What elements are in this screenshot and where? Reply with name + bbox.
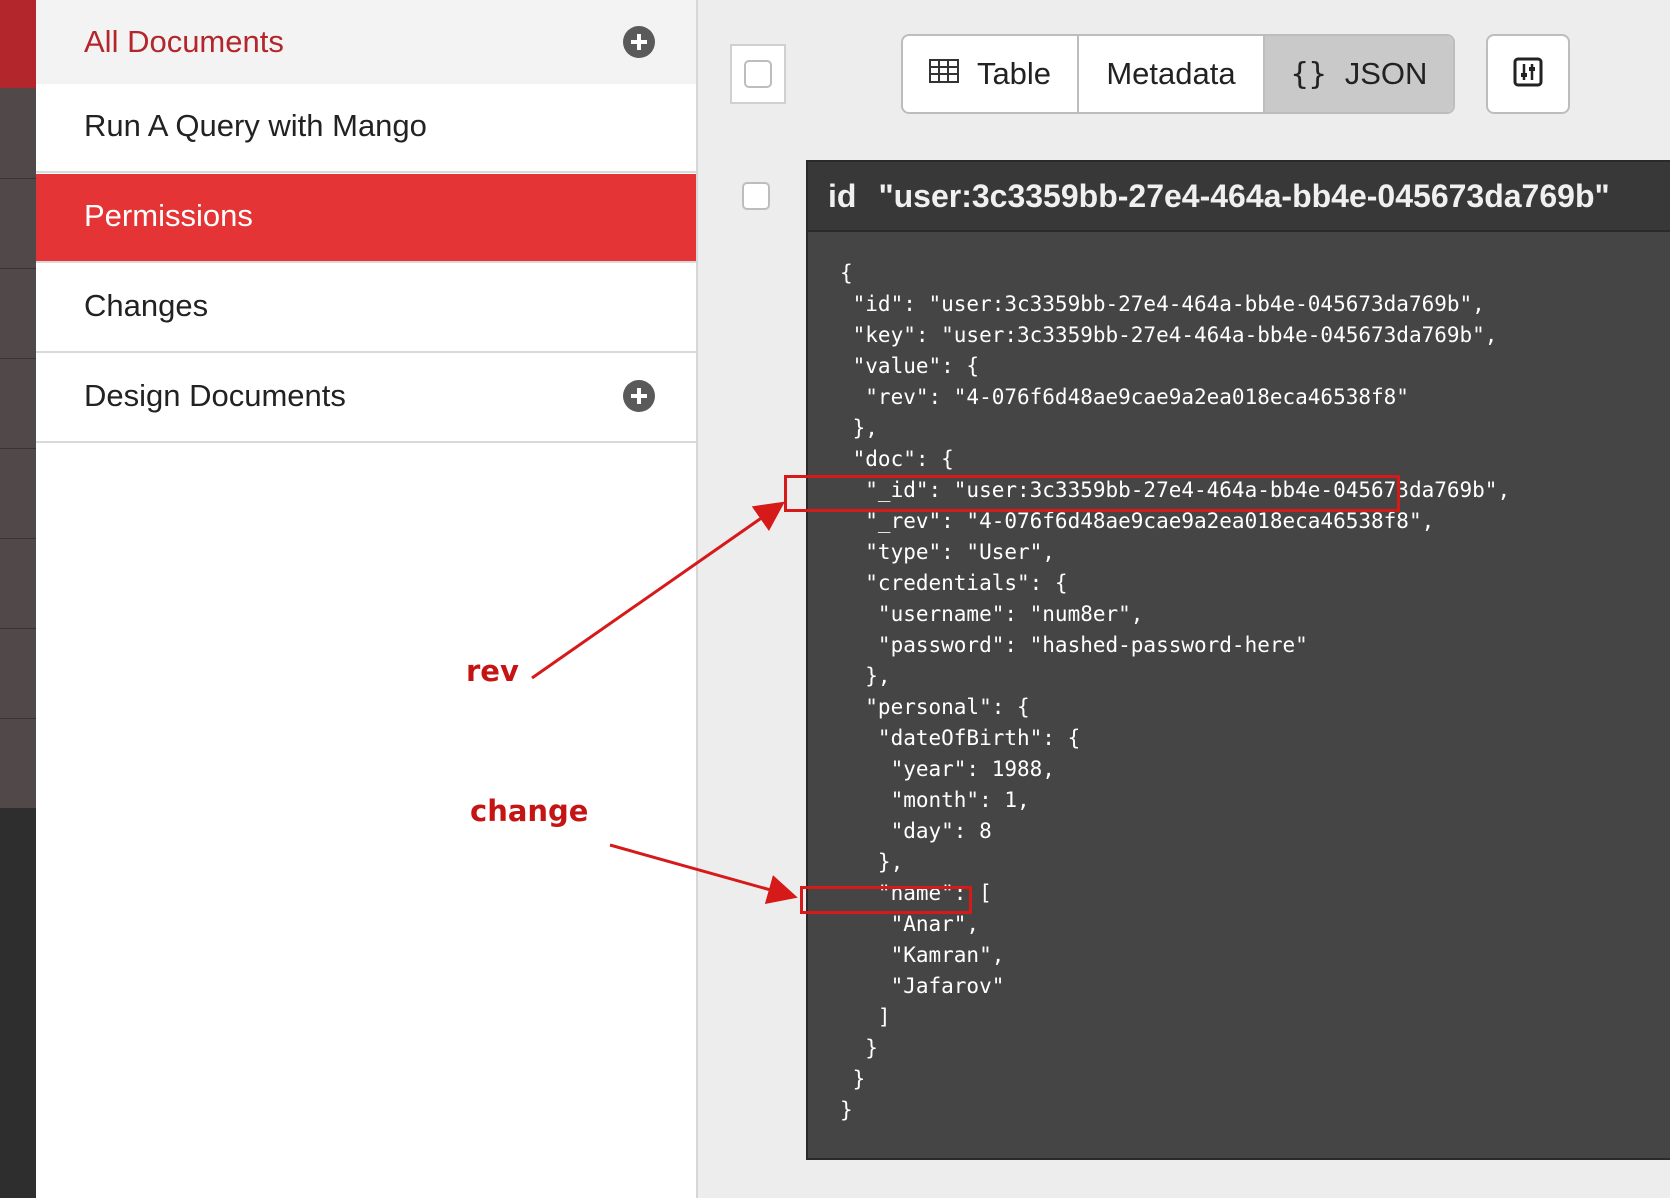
change-annotation-label: change: [470, 794, 589, 828]
rev-arrow: [531, 501, 785, 680]
rev-annotation-label: rev: [466, 654, 519, 688]
annotation-arrows: [531, 501, 798, 904]
change-arrow: [609, 843, 798, 904]
